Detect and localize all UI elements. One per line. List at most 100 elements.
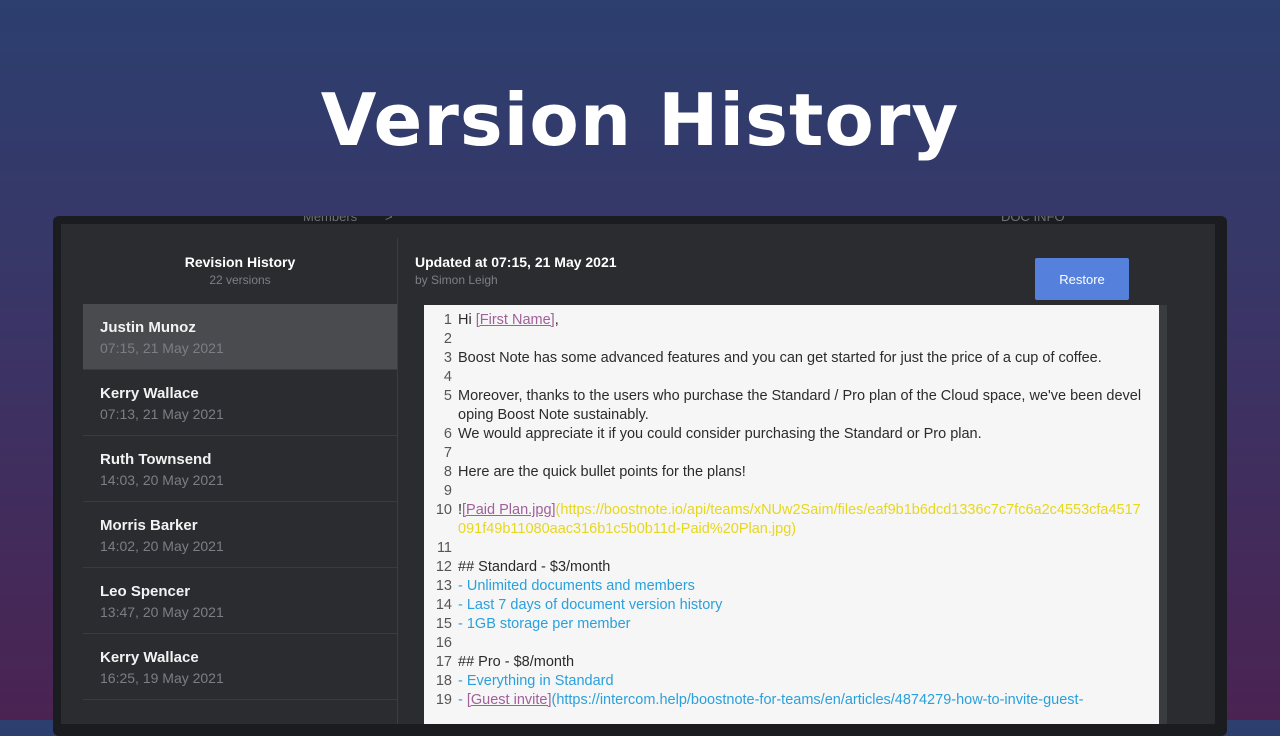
- line-number: 11: [436, 540, 452, 556]
- code-line: 4: [424, 368, 1159, 387]
- revision-header: Revision History 22 versions: [83, 254, 397, 287]
- revision-date: 14:03, 20 May 2021: [100, 472, 224, 488]
- code-line: 14 - Last 7 days of document version hist…: [424, 596, 1159, 615]
- hero-title: Version History: [320, 78, 960, 162]
- line-number: 6: [443, 426, 452, 442]
- revision-history-modal: Revision History 22 versions Justin Muno…: [61, 224, 1215, 724]
- line-text: We would appreciate it if you could cons…: [458, 425, 1148, 444]
- plain-text: Boost Note has some advanced features an…: [458, 350, 1102, 366]
- doc-info-label: DOC INFO: [1001, 216, 1065, 224]
- line-number: 1: [443, 312, 452, 328]
- revision-date: 13:47, 20 May 2021: [100, 604, 224, 620]
- revision-author: Ruth Townsend: [100, 451, 212, 468]
- markdown-bullet: - Unlimited documents and members: [458, 578, 695, 594]
- code-line: 16: [424, 634, 1159, 653]
- revision-item[interactable]: Kerry Wallace 16:25, 19 May 2021: [83, 634, 397, 700]
- line-number: 3: [443, 350, 452, 366]
- revision-item[interactable]: Leo Spencer 13:47, 20 May 2021: [83, 568, 397, 634]
- line-number: 2: [443, 331, 452, 347]
- markdown-bullet: (https://intercom.help/boostnote-for-tea…: [551, 692, 1084, 708]
- revision-count: 22 versions: [209, 273, 271, 287]
- code-line: 13 - Unlimited documents and members: [424, 577, 1159, 596]
- updated-by: by Simon Leigh: [415, 273, 498, 287]
- revision-date: 14:02, 20 May 2021: [100, 538, 224, 554]
- revision-item[interactable]: Kerry Wallace 07:13, 21 May 2021: [83, 370, 397, 436]
- markdown-bullet: - Everything in Standard: [458, 673, 614, 689]
- line-number: 8: [443, 464, 452, 480]
- breadcrumb-members: Members: [303, 216, 358, 224]
- panel-divider: [397, 238, 398, 724]
- markdown-link-text[interactable]: [First Name]: [476, 312, 555, 328]
- detail-header: Updated at 07:15, 21 May 2021 by Simon L…: [415, 254, 617, 287]
- code-line: 11: [424, 539, 1159, 558]
- line-text: - Unlimited documents and members: [458, 577, 1148, 596]
- code-line: 7: [424, 444, 1159, 463]
- line-number: 10: [435, 502, 452, 518]
- line-number: 15: [435, 616, 452, 632]
- line-text: [458, 482, 1148, 501]
- plain-text: Moreover, thanks to the users who purcha…: [458, 388, 1142, 423]
- markdown-bullet: -: [458, 692, 467, 708]
- line-number: 16: [435, 635, 452, 651]
- line-text: Hi [First Name],: [458, 311, 1148, 330]
- code-line: 5 Moreover, thanks to the users who purch…: [424, 387, 1159, 425]
- line-number: 4: [443, 369, 452, 385]
- code-line: 8 Here are the quick bullet points for th…: [424, 463, 1159, 482]
- revision-date: 07:15, 21 May 2021: [100, 340, 224, 356]
- code-line: 9: [424, 482, 1159, 501]
- revision-author: Leo Spencer: [100, 583, 191, 600]
- code-line: 15 - 1GB storage per member: [424, 615, 1159, 634]
- revision-author: Justin Munoz: [100, 319, 196, 336]
- document-preview[interactable]: 1 Hi [First Name], 2 3 Boost Note has some …: [424, 305, 1159, 724]
- line-text: ## Standard - $3/month: [458, 558, 1148, 577]
- line-number: 12: [435, 559, 452, 575]
- line-text: Boost Note has some advanced features an…: [458, 349, 1148, 368]
- line-text: [458, 330, 1148, 349]
- revision-item[interactable]: Justin Munoz 07:15, 21 May 2021: [83, 304, 397, 370]
- line-text: ## Pro - $8/month: [458, 653, 1148, 672]
- revision-item[interactable]: Ruth Townsend 14:03, 20 May 2021: [83, 436, 397, 502]
- updated-at: Updated at 07:15, 21 May 2021: [415, 254, 617, 270]
- revision-item[interactable]: Morris Barker 14:02, 20 May 2021: [83, 502, 397, 568]
- markdown-link-text[interactable]: [Paid Plan.jpg]: [462, 502, 556, 518]
- plain-text: ## Pro - $8/month: [458, 654, 575, 670]
- editor-scrollbar[interactable]: [1159, 305, 1167, 724]
- line-number: 14: [435, 597, 452, 613]
- line-text: [458, 634, 1148, 653]
- revision-list: Justin Munoz 07:15, 21 May 2021 Kerry Wa…: [83, 304, 397, 700]
- code-line: 18 - Everything in Standard: [424, 672, 1159, 691]
- line-number: 18: [435, 673, 452, 689]
- plain-text: Here are the quick bullet points for the…: [458, 464, 746, 480]
- line-text: - [Guest invite](https://intercom.help/b…: [458, 691, 1148, 710]
- revision-author: Kerry Wallace: [100, 649, 199, 666]
- code-line: 10 ![Paid Plan.jpg](https://boostnote.io/…: [424, 501, 1159, 539]
- markdown-url: (https://boostnote.io/api/teams/xNUw2Sai…: [458, 502, 1141, 537]
- code-line: 12 ## Standard - $3/month: [424, 558, 1159, 577]
- revision-author: Kerry Wallace: [100, 385, 199, 402]
- line-number: 9: [443, 483, 452, 499]
- markdown-link-text[interactable]: [Guest invite]: [467, 692, 552, 708]
- restore-button[interactable]: Restore: [1035, 258, 1129, 300]
- line-text: ![Paid Plan.jpg](https://boostnote.io/ap…: [458, 501, 1148, 539]
- plain-text: Hi: [458, 312, 476, 328]
- line-text: - Last 7 days of document version histor…: [458, 596, 1148, 615]
- code-line: 2: [424, 330, 1159, 349]
- revision-title: Revision History: [184, 254, 296, 270]
- line-number: 13: [435, 578, 452, 594]
- breadcrumb-separator: >: [385, 216, 393, 224]
- code-line: 1 Hi [First Name],: [424, 311, 1159, 330]
- revision-author: Morris Barker: [100, 517, 198, 534]
- line-text: - Everything in Standard: [458, 672, 1148, 691]
- line-text: - 1GB storage per member: [458, 615, 1148, 634]
- line-text: Here are the quick bullet points for the…: [458, 463, 1148, 482]
- markdown-bullet: - Last 7 days of document version histor…: [458, 597, 723, 613]
- code-line: 19- [Guest invite](https://intercom.help…: [424, 691, 1159, 710]
- code-line: 17 ## Pro - $8/month: [424, 653, 1159, 672]
- markdown-bullet: - 1GB storage per member: [458, 616, 631, 632]
- revision-panel: Revision History 22 versions Justin Muno…: [61, 224, 397, 724]
- line-text: [458, 539, 1148, 558]
- line-text: [458, 368, 1148, 387]
- line-number: 19: [435, 692, 452, 708]
- plain-text: We would appreciate it if you could cons…: [458, 426, 982, 442]
- plain-text: ## Standard - $3/month: [458, 559, 611, 575]
